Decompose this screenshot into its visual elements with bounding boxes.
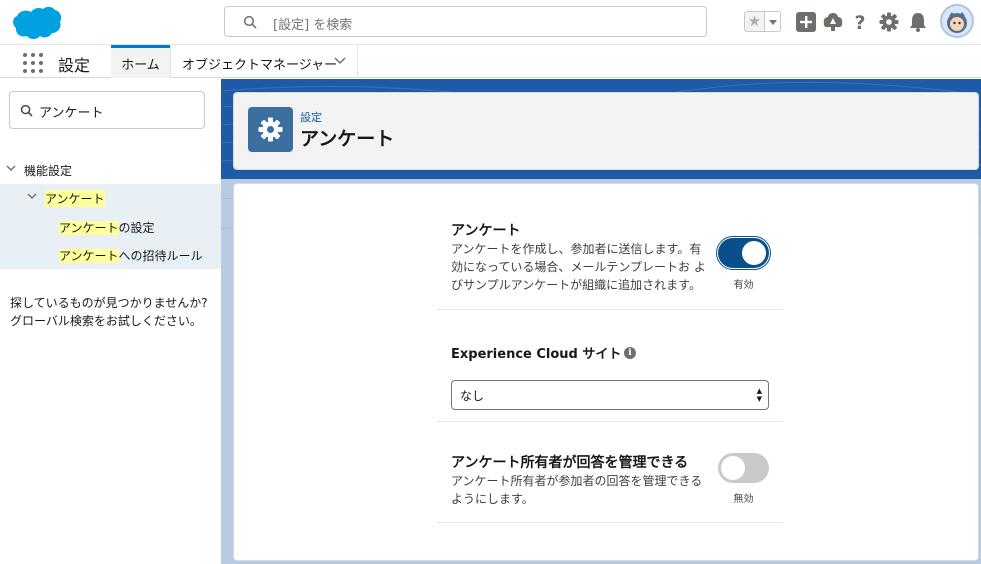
help-icon[interactable]: ? xyxy=(849,11,871,33)
breadcrumb[interactable]: 設定 xyxy=(300,109,322,125)
experience-cloud-section: Experience Cloud サイト i なし ▲ ▼ xyxy=(437,310,783,422)
favorites-button[interactable]: ★ xyxy=(744,11,781,32)
description-line: ようにします。 xyxy=(451,492,534,506)
favorites-dropdown-icon[interactable] xyxy=(765,11,781,32)
chevron-down-icon[interactable] xyxy=(27,193,37,200)
description-line: 効になっている場合、メールテンプレートお よ xyxy=(451,260,706,274)
user-avatar[interactable] xyxy=(940,4,974,38)
toggle-knob xyxy=(721,456,745,480)
chevron-down-icon[interactable] xyxy=(334,57,346,65)
astro-avatar-icon xyxy=(947,12,967,33)
main-content: 設定 アンケート アンケート アンケートを作成し、参加者に送信します。有 効にな… xyxy=(221,79,981,564)
app-launcher-icon[interactable] xyxy=(23,53,43,73)
tree-item-highlight: アンケート xyxy=(59,249,119,263)
star-icon[interactable]: ★ xyxy=(744,11,765,32)
setup-gear-icon[interactable] xyxy=(878,11,900,33)
surveys-title: アンケート xyxy=(451,223,521,239)
tab-object-manager-label: オブジェクトマネージャー xyxy=(182,58,338,73)
experience-cloud-title: Experience Cloud サイト xyxy=(451,347,622,362)
tree-item-rest: の設定 xyxy=(118,221,155,235)
page-title: アンケート xyxy=(300,128,395,150)
description-line: アンケート所有者が参加者の回答を管理できる xyxy=(451,474,703,488)
experience-cloud-select[interactable]: なし ▲ ▼ xyxy=(451,380,769,410)
not-found-line: 探しているものが見つかりませんか? xyxy=(10,296,208,310)
gear-icon xyxy=(258,117,283,142)
not-found-hint: 探しているものが見つかりませんか? グローバル検索をお試しください。 xyxy=(10,294,208,330)
tree-item-rest: への招待ルール xyxy=(118,249,203,263)
surveys-section: アンケート アンケートを作成し、参加者に送信します。有 効になっている場合、メー… xyxy=(437,208,783,310)
info-icon[interactable]: i xyxy=(624,347,636,359)
svg-text:?: ? xyxy=(854,12,865,33)
owner-manage-section: アンケート所有者が回答を管理できる アンケート所有者が参加者の回答を管理できる … xyxy=(437,422,783,523)
settings-card: アンケート アンケートを作成し、参加者に送信します。有 効になっている場合、メー… xyxy=(233,183,979,561)
search-icon xyxy=(243,15,257,29)
description-line: びサンプルアンケートが組織に追加されます。 xyxy=(451,278,701,292)
toggle-knob xyxy=(742,241,766,265)
tree-item-label: アンケートへの招待ルール xyxy=(59,247,203,264)
tree-item-label: アンケートの設定 xyxy=(59,219,155,236)
tab-home[interactable]: ホーム xyxy=(111,45,170,78)
owner-manage-description: アンケート所有者が参加者の回答を管理できる ようにします。 xyxy=(451,472,702,508)
owner-manage-toggle-label: 無効 xyxy=(733,494,754,505)
not-found-line: グローバル検索をお試しください。 xyxy=(10,314,202,328)
search-placeholder: [設定] を検索 xyxy=(273,18,353,33)
app-name: 設定 xyxy=(58,56,91,75)
tree-node-label: アンケート xyxy=(45,190,105,207)
global-header: [設定] を検索 ★ ? xyxy=(0,0,981,44)
global-actions-plus-icon[interactable] xyxy=(795,11,817,33)
chevron-down-icon[interactable] xyxy=(6,165,16,172)
page-header: 設定 アンケート xyxy=(233,92,979,170)
quick-find-value: アンケート xyxy=(39,106,104,121)
quick-find-input[interactable]: アンケート xyxy=(9,91,205,129)
surveys-toggle-label: 有効 xyxy=(733,280,754,291)
tree-node-feature-settings[interactable]: 機能設定 xyxy=(0,156,221,184)
notifications-bell-icon[interactable] xyxy=(907,11,929,33)
description-line: アンケートを作成し、参加者に送信します。有 xyxy=(451,242,702,256)
search-icon xyxy=(20,104,33,117)
tree-node-label: 機能設定 xyxy=(24,164,73,178)
tree-item-highlight: アンケート xyxy=(59,221,119,235)
setup-icon-box xyxy=(248,107,293,152)
context-bar: 設定 ホーム オブジェクトマネージャー xyxy=(0,44,981,78)
surveys-toggle[interactable] xyxy=(716,236,771,270)
tree-item-invitation-rules[interactable]: アンケートへの招待ルール xyxy=(0,241,221,269)
setup-sidebar: アンケート 機能設定 アンケート アンケートの設定 アンケートへの招待ルール 探… xyxy=(0,79,221,564)
surveys-description: アンケートを作成し、参加者に送信します。有 効になっている場合、メールテンプレー… xyxy=(451,240,706,294)
tree-item-survey-settings[interactable]: アンケートの設定 xyxy=(0,213,221,241)
salesforce-logo-icon[interactable] xyxy=(10,5,62,41)
owner-manage-toggle[interactable] xyxy=(718,453,769,483)
owner-manage-title: アンケート所有者が回答を管理できる xyxy=(451,455,689,471)
trailhead-icon[interactable] xyxy=(822,11,844,33)
tab-object-manager[interactable]: オブジェクトマネージャー xyxy=(170,45,358,78)
tree-node-surveys[interactable]: アンケート xyxy=(0,184,221,212)
select-arrows-icon: ▲ ▼ xyxy=(756,387,762,403)
select-value: なし xyxy=(460,389,485,403)
global-search[interactable]: [設定] を検索 xyxy=(224,6,707,37)
